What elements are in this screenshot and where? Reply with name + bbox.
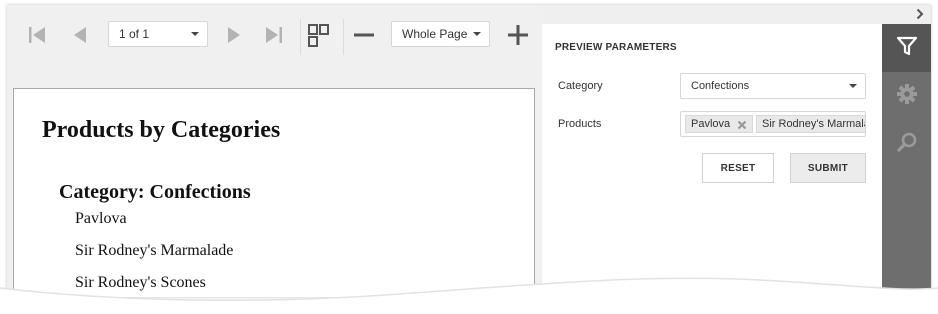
zoom-in-icon[interactable] [507,24,529,46]
report-page: Products by Categories Category: Confect… [13,88,535,297]
product-token-label: Sir Rodney's Marmalade [762,118,865,130]
product-token[interactable]: Pavlova [685,115,753,133]
wavy-bottom-edge [0,277,938,314]
reset-button[interactable]: RESET [702,153,774,183]
toolbar-divider [343,19,344,55]
search-icon [896,131,918,158]
category-select[interactable]: Confections [680,73,866,99]
category-label: Category [558,80,603,92]
product-item: Sir Rodney's Marmalade [75,242,234,259]
category-heading: Category: Confections [59,181,251,203]
report-title: Products by Categories [42,117,281,143]
toolbar-divider [300,19,301,55]
product-token[interactable]: Sir Rodney's Marmalade [756,115,865,133]
submit-button[interactable]: SUBMIT [790,153,866,183]
zoom-selector-value: Whole Page [402,27,468,41]
next-page-icon[interactable] [224,24,244,46]
product-token-label: Pavlova [691,118,731,130]
first-page-icon[interactable] [25,24,49,46]
page-selector[interactable]: 1 of 1 [108,21,208,47]
tab-search[interactable] [882,120,931,168]
multipage-icon[interactable] [306,22,332,48]
zoom-out-icon[interactable] [353,26,375,44]
document-viewer-app: 1 of 1 Whole Page Products by Categories… [7,5,931,297]
last-page-icon[interactable] [262,24,286,46]
parameters-panel: PREVIEW PARAMETERS Category Confections … [542,5,931,297]
products-tagbox[interactable]: Pavlova Sir Rodney's Marmalade [680,111,866,137]
remove-token-icon[interactable] [737,120,747,133]
tab-parameters[interactable] [882,24,931,72]
chevron-down-icon [191,32,199,36]
chevron-down-icon [849,84,857,88]
panel-header-strip [542,5,931,24]
product-item: Pavlova [75,210,127,227]
category-select-value: Confections [691,80,750,92]
products-label: Products [558,118,602,130]
report-preview-area: 1 of 1 Whole Page Products by Categories… [7,5,542,297]
previous-page-icon[interactable] [70,24,90,46]
panel-sidebar [882,24,931,297]
tab-export-options[interactable] [882,72,931,120]
chevron-down-icon [473,32,481,36]
filter-icon [896,35,918,62]
gear-icon [896,83,918,110]
page-selector-value: 1 of 1 [119,27,150,41]
zoom-selector[interactable]: Whole Page [391,21,490,47]
collapse-panel-icon[interactable] [913,7,927,21]
panel-title: PREVIEW PARAMETERS [555,42,677,53]
